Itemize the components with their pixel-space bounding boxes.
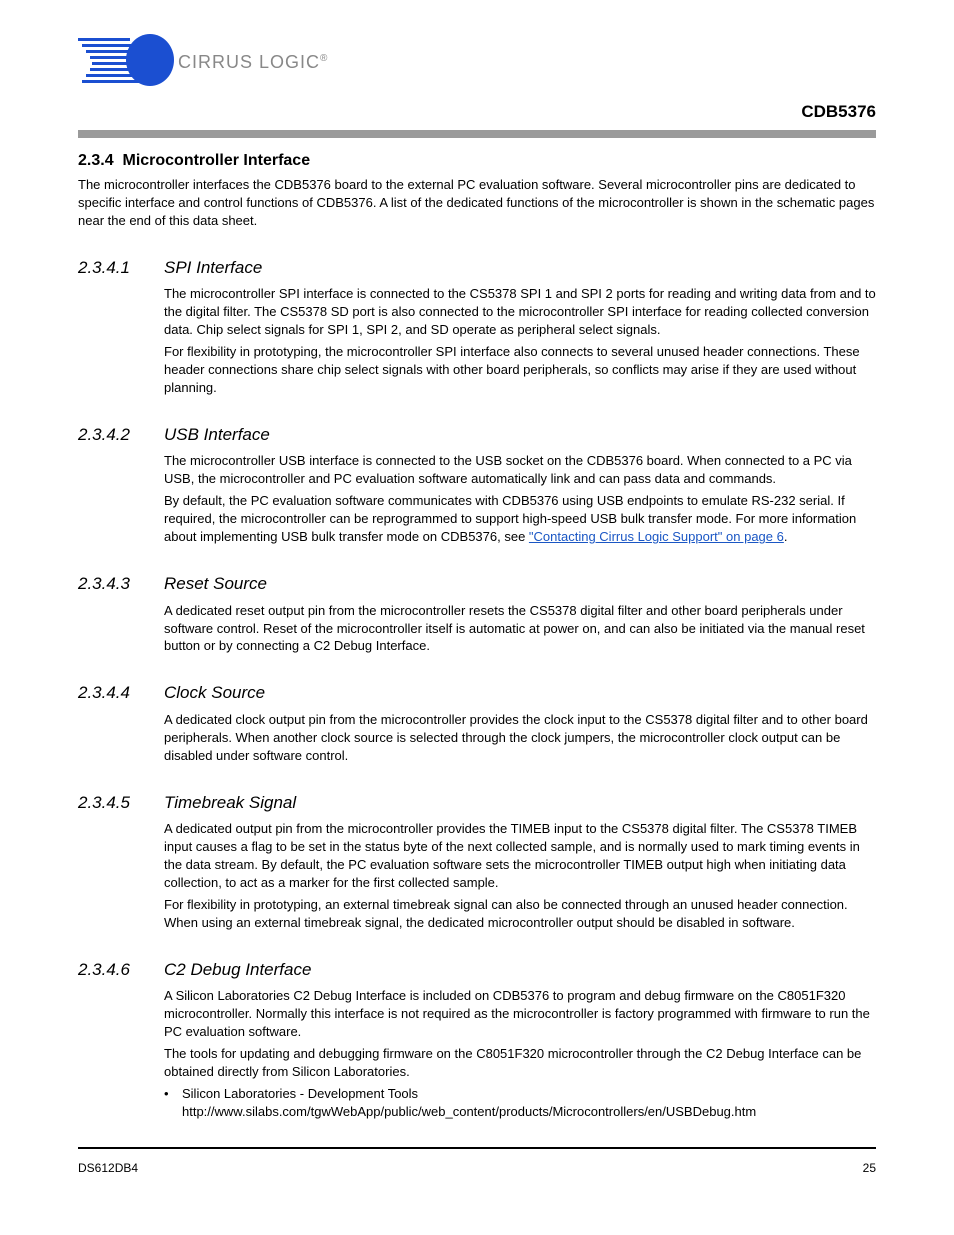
paragraph-text: . [784,529,788,544]
paragraph: A dedicated output pin from the microcon… [164,820,876,892]
subsection-2-3-4-3-heading: 2.3.4.3 Reset Source [78,572,876,595]
xref-link[interactable]: "Contacting Cirrus Logic Support" on pag… [529,529,784,544]
subsection-2-3-4-6-heading: 2.3.4.6 C2 Debug Interface [78,958,876,981]
footer-page: 25 [863,1161,876,1175]
bullet-item: • Silicon Laboratories - Development Too… [164,1085,876,1103]
paragraph: By default, the PC evaluation software c… [164,492,876,546]
doc-id: CDB5376 [801,102,876,122]
subsection-title: Clock Source [164,681,265,704]
paragraph: The microcontroller SPI interface is con… [164,285,876,339]
logo-text: CIRRUS LOGIC® [178,52,328,73]
section-intro: The microcontroller interfaces the CDB53… [78,176,876,230]
bullet-label: Silicon Laboratories - Development Tools [182,1085,418,1103]
section-title: Microcontroller Interface [122,152,310,169]
subsection-number: 2.3.4.4 [78,681,146,704]
paragraph: A dedicated reset output pin from the mi… [164,602,876,656]
subsection-number: 2.3.4.1 [78,256,146,279]
footer: DS612DB4 25 [78,1161,876,1175]
logo: CIRRUS LOGIC® [78,30,338,90]
subsection-2-3-4-2-heading: 2.3.4.2 USB Interface [78,423,876,446]
spacer [164,1103,182,1121]
subsection-number: 2.3.4.3 [78,572,146,595]
subsection-title: Reset Source [164,572,267,595]
subsection-title: USB Interface [164,423,270,446]
page-content: 2.3.4 Microcontroller Interface The micr… [78,150,876,1121]
bullet-url: http://www.silabs.com/tgwWebApp/public/w… [182,1103,756,1121]
paragraph: The microcontroller USB interface is con… [164,452,876,488]
subsection-title: SPI Interface [164,256,262,279]
footer-rule [78,1147,876,1149]
subsection-2-3-4-1-heading: 2.3.4.1 SPI Interface [78,256,876,279]
paragraph: A Silicon Laboratories C2 Debug Interfac… [164,987,876,1041]
subsection-number: 2.3.4.5 [78,791,146,814]
paragraph: For flexibility in prototyping, an exter… [164,896,876,932]
paragraph: A dedicated clock output pin from the mi… [164,711,876,765]
subsection-2-3-4-5-heading: 2.3.4.5 Timebreak Signal [78,791,876,814]
header-rule [78,130,876,138]
section-2-3-4-heading: 2.3.4 Microcontroller Interface [78,150,876,172]
subsection-number: 2.3.4.2 [78,423,146,446]
cirrus-logo-icon [78,32,176,90]
subsection-title: C2 Debug Interface [164,958,311,981]
bullet-icon: • [164,1085,182,1103]
subsection-title: Timebreak Signal [164,791,296,814]
paragraph: For flexibility in prototyping, the micr… [164,343,876,397]
footer-ds: DS612DB4 [78,1161,138,1175]
section-number: 2.3.4 [78,152,114,169]
subsection-number: 2.3.4.6 [78,958,146,981]
subsection-2-3-4-4-heading: 2.3.4.4 Clock Source [78,681,876,704]
bullet-url-row: http://www.silabs.com/tgwWebApp/public/w… [164,1103,876,1121]
paragraph: The tools for updating and debugging fir… [164,1045,876,1081]
